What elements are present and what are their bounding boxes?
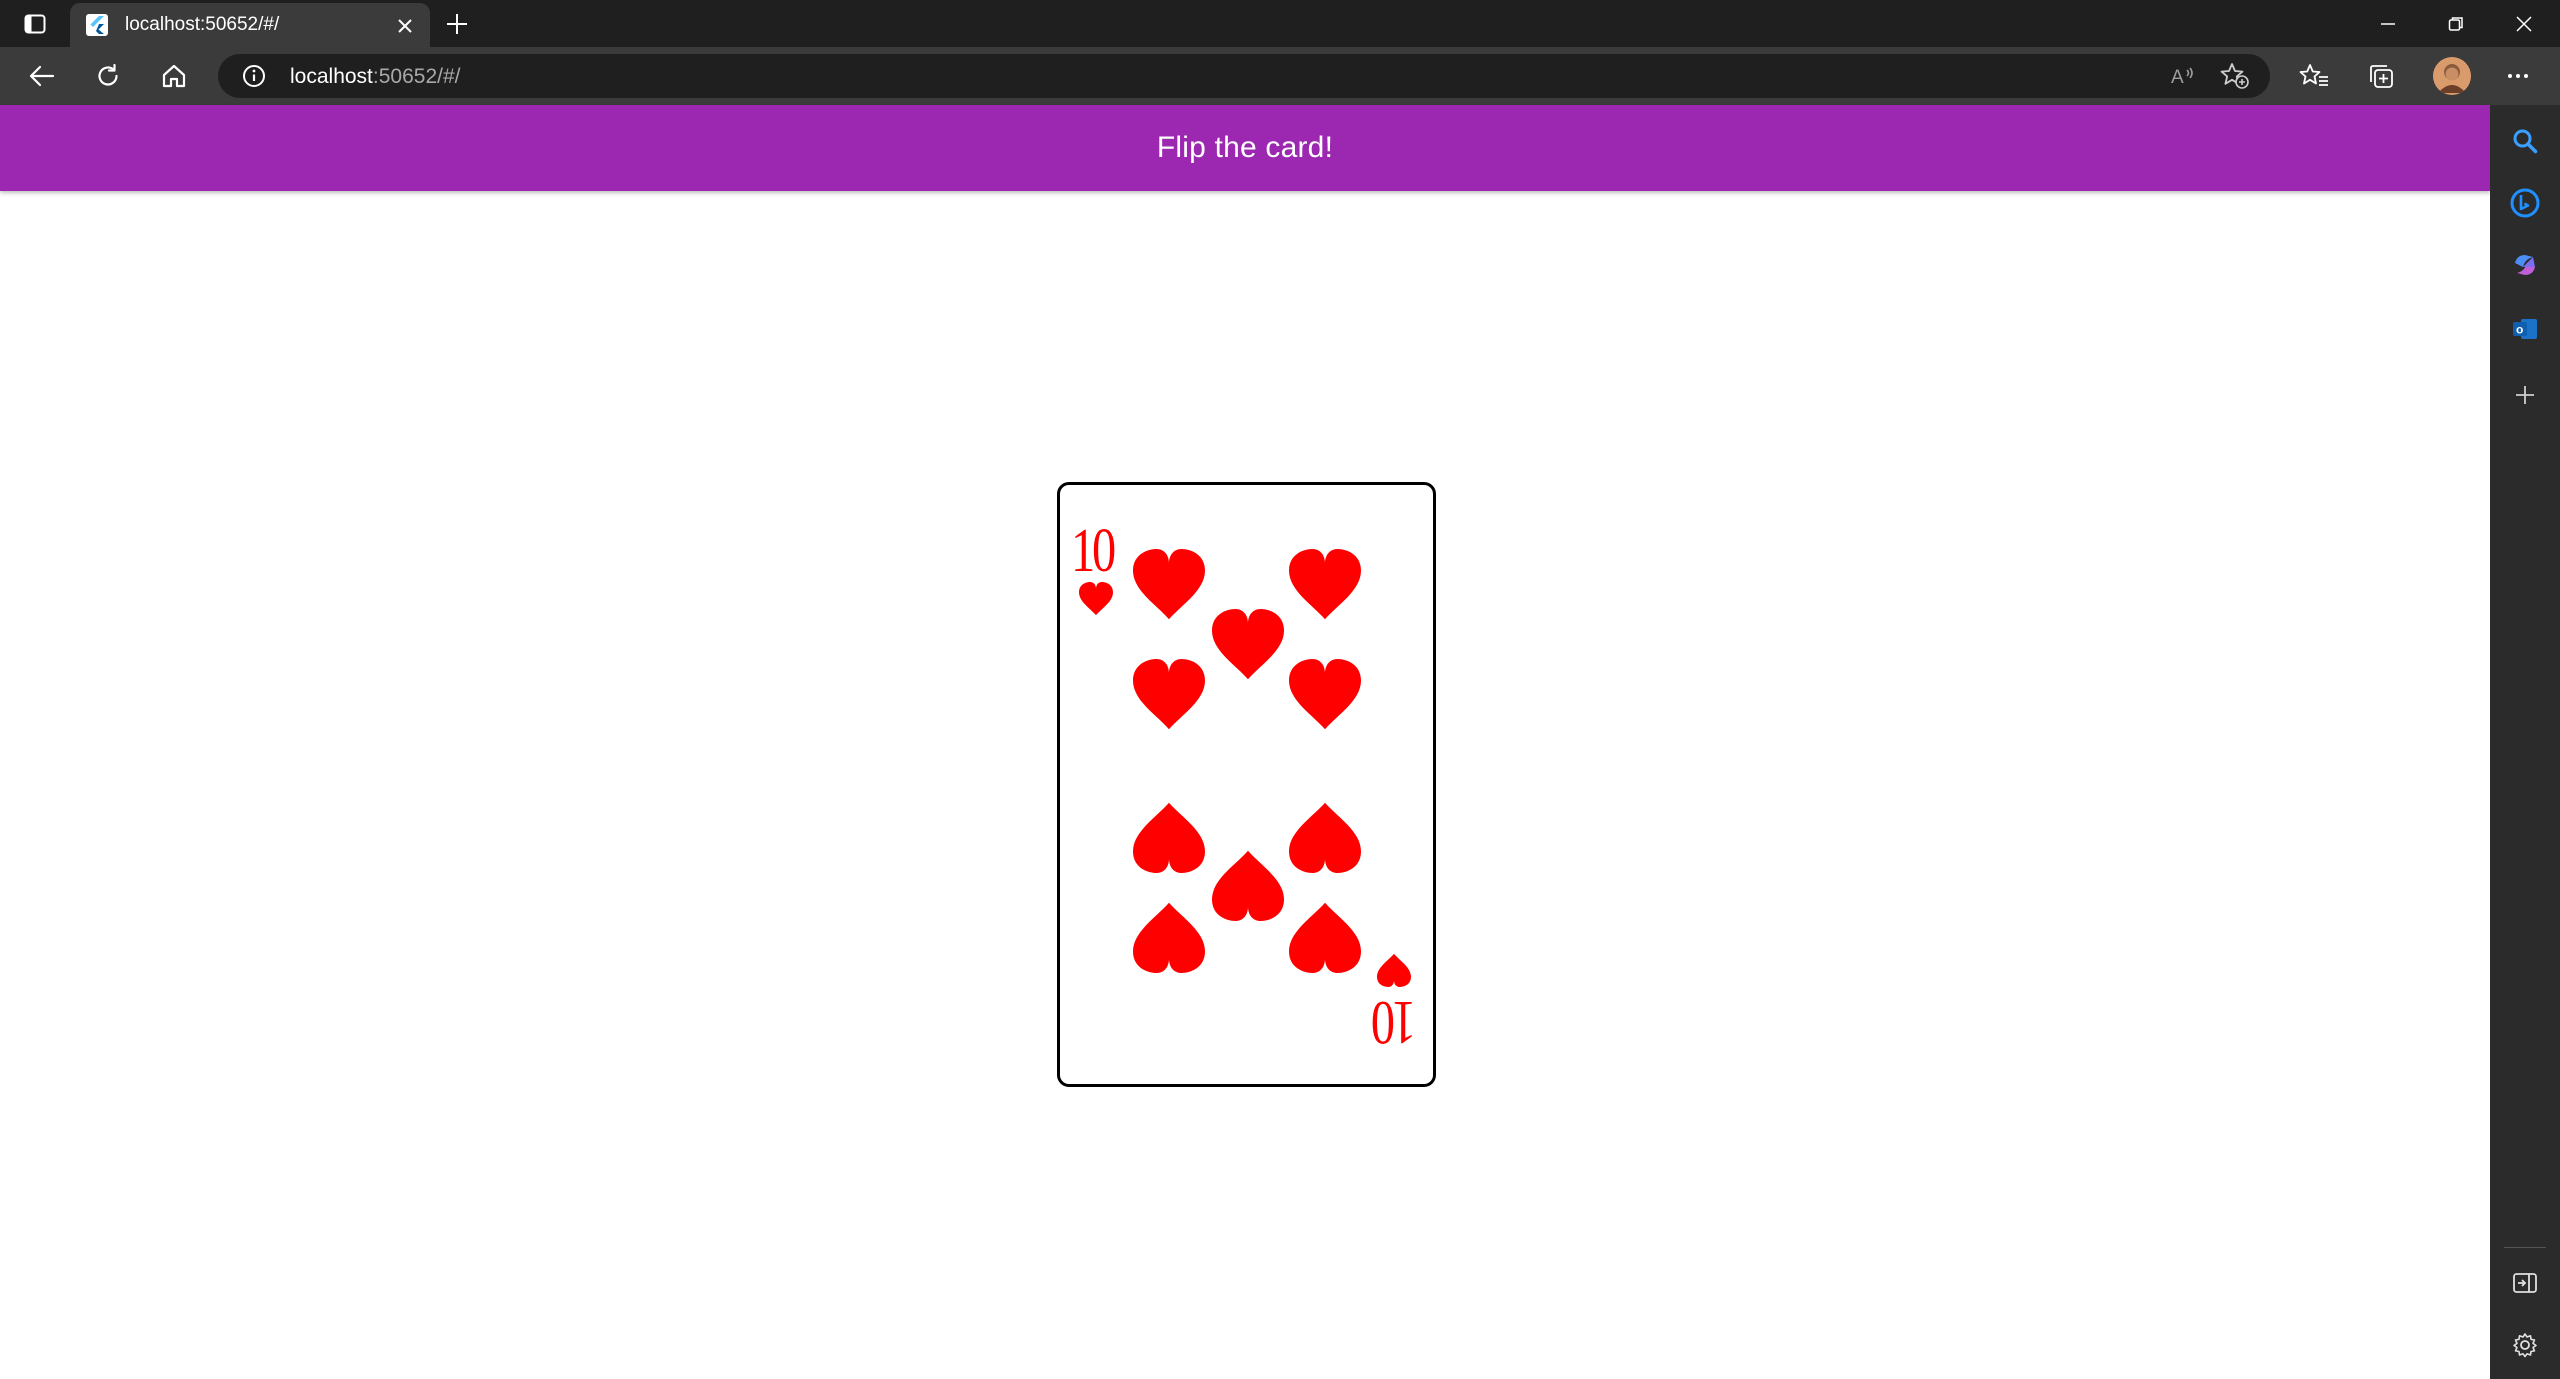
- copilot-icon[interactable]: [2505, 245, 2545, 285]
- card-rank-bottom: 10: [1373, 988, 1417, 1056]
- add-favorite-icon[interactable]: [2218, 60, 2252, 92]
- sidebar-divider: [2504, 1247, 2546, 1248]
- add-icon[interactable]: [2505, 375, 2545, 415]
- playing-card[interactable]: 10 10: [1057, 482, 1436, 1087]
- heart-pip: [1289, 802, 1361, 873]
- heart-pip: [1133, 802, 1205, 873]
- card-rank-top: 10: [1071, 517, 1116, 585]
- heart-pip: [1133, 549, 1205, 620]
- read-aloud-icon[interactable]: A: [2166, 60, 2200, 92]
- heart-pip: [1212, 609, 1284, 680]
- new-tab-icon[interactable]: [440, 9, 474, 39]
- active-tab[interactable]: localhost:50652/#/: [70, 3, 430, 47]
- heart-pip: [1289, 549, 1361, 620]
- heart-pip: [1133, 902, 1205, 973]
- edge-sidebar: o: [2490, 105, 2560, 1379]
- favorites-icon[interactable]: [2294, 57, 2334, 95]
- bing-icon[interactable]: [2505, 183, 2545, 223]
- page-content: Flip the card! 10 10: [0, 105, 2490, 1379]
- tab-title: localhost:50652/#/: [125, 14, 280, 35]
- tab-strip: localhost:50652/#/: [0, 0, 2560, 47]
- heart-pip: [1133, 659, 1205, 730]
- home-icon[interactable]: [154, 57, 194, 95]
- back-arrow-icon[interactable]: [22, 57, 62, 95]
- url-path: :50652/#/: [372, 65, 461, 88]
- svg-text:A: A: [2171, 67, 2184, 88]
- app-title: Flip the card!: [1156, 131, 1334, 164]
- url-text[interactable]: localhost:50652/#/: [290, 65, 460, 89]
- hide-sidebar-icon[interactable]: [2505, 1263, 2545, 1303]
- refresh-icon[interactable]: [88, 57, 128, 95]
- more-icon[interactable]: [2498, 57, 2538, 95]
- corner-suit-bottom: [1377, 953, 1411, 987]
- minimize-icon[interactable]: [2360, 6, 2416, 42]
- close-tab-icon[interactable]: [392, 13, 418, 39]
- settings-icon[interactable]: [2505, 1325, 2545, 1365]
- corner-suit-top: [1079, 582, 1113, 616]
- search-icon[interactable]: [2505, 121, 2545, 161]
- outlook-icon[interactable]: o: [2505, 309, 2545, 349]
- restore-icon[interactable]: [2428, 6, 2484, 42]
- info-icon[interactable]: [240, 62, 268, 90]
- app-bar: Flip the card!: [0, 105, 2490, 191]
- close-window-icon[interactable]: [2496, 6, 2552, 42]
- tab-actions-icon[interactable]: [16, 10, 54, 38]
- browser-toolbar: localhost:50652/#/ A: [0, 47, 2560, 105]
- profile-avatar[interactable]: [2433, 57, 2471, 95]
- heart-pip: [1289, 659, 1361, 730]
- svg-text:o: o: [2516, 323, 2523, 337]
- address-bar[interactable]: localhost:50652/#/ A: [218, 54, 2270, 98]
- flutter-logo-icon: [86, 14, 108, 36]
- heart-pip: [1212, 850, 1284, 921]
- collections-icon[interactable]: [2361, 57, 2401, 95]
- url-host: localhost: [290, 65, 373, 88]
- heart-pip: [1289, 902, 1361, 973]
